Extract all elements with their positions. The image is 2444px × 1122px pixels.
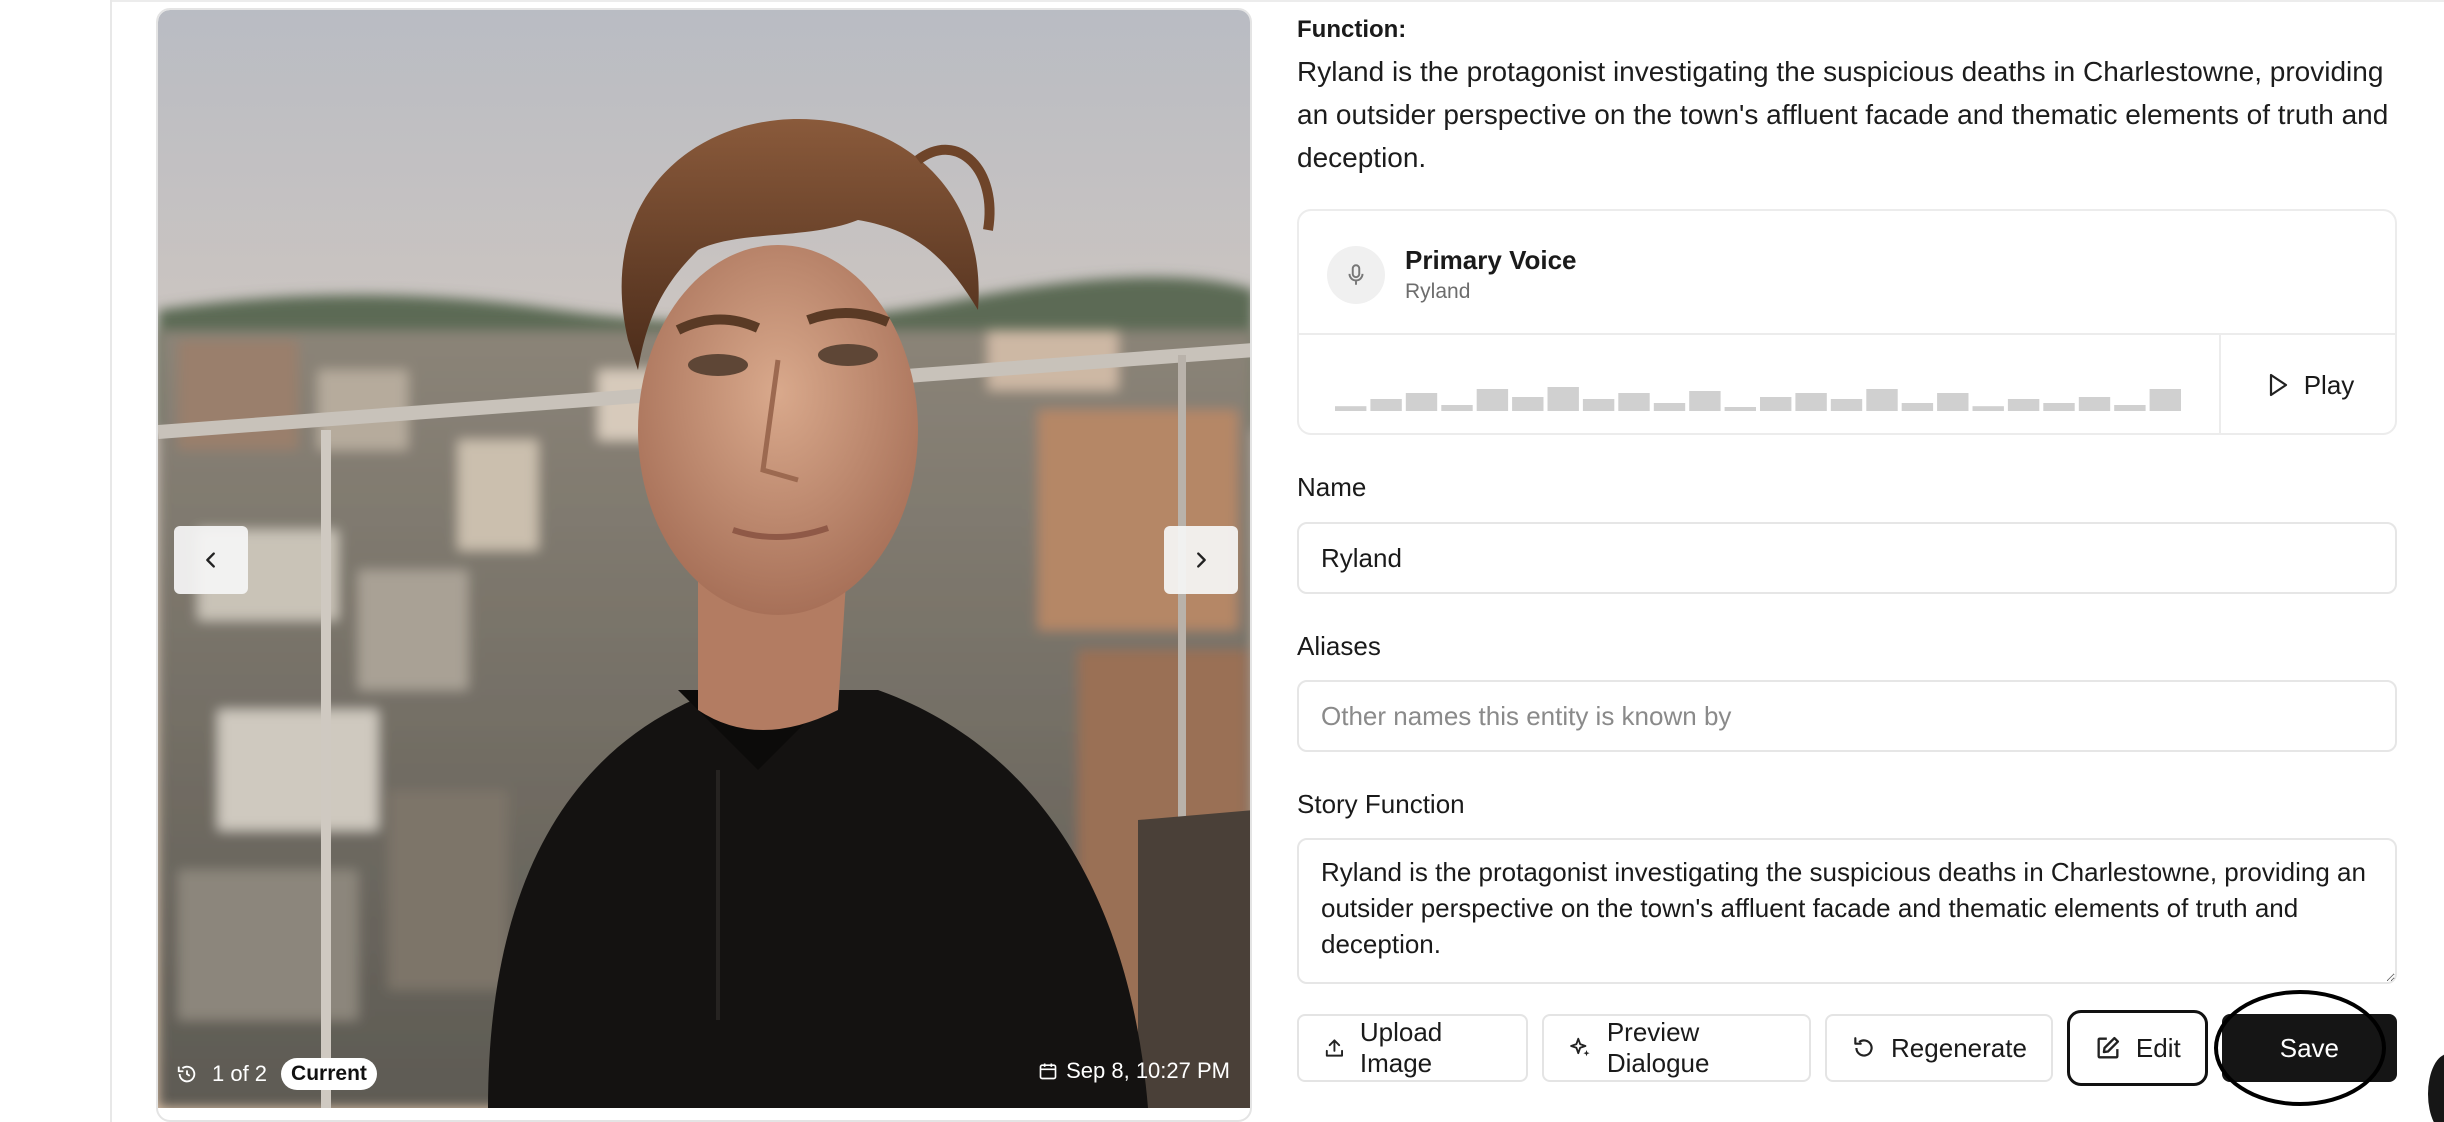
voice-title: Primary Voice — [1405, 245, 1577, 275]
mic-icon — [1327, 245, 1385, 304]
waveform-bar — [1972, 406, 2004, 411]
upload-icon — [1325, 1039, 1344, 1057]
image-timestamp: Sep 8, 10:27 PM — [1038, 1058, 1230, 1084]
aliases-label: Aliases — [1297, 631, 1381, 661]
edit-button[interactable]: Edit — [2066, 1010, 2208, 1086]
waveform-bar — [1512, 397, 1544, 411]
waveform-bar — [2043, 403, 2075, 411]
waveform-bar — [1441, 405, 1473, 411]
refresh-icon — [1854, 1037, 1873, 1057]
regenerate-label: Regenerate — [1891, 1032, 2027, 1063]
waveform-bar — [1476, 389, 1509, 411]
sidebar-divider — [110, 0, 112, 1122]
primary-voice-card: Primary Voice Ryland Play — [1297, 209, 2397, 435]
voice-waveform[interactable] — [1335, 361, 2185, 421]
character-image-card: 1 of 2 Current Sep 8, 10:27 PM — [156, 8, 1252, 1122]
save-button-wrapper: Save — [2213, 990, 2397, 1106]
story-function-label: Story Function — [1297, 789, 1465, 819]
version-count: 1 of 2 — [212, 1061, 268, 1086]
waveform-bar — [1901, 403, 1934, 411]
waveform-bar — [1830, 399, 1863, 411]
preview-dialogue-button[interactable]: Preview Dialogue — [1542, 1014, 1812, 1082]
sparkles-icon — [1570, 1037, 1590, 1057]
regenerate-button[interactable]: Regenerate — [1825, 1014, 2053, 1082]
waveform-bar — [1689, 391, 1721, 411]
aliases-input[interactable] — [1297, 680, 2397, 752]
play-label: Play — [2303, 369, 2355, 400]
edit-icon — [2097, 1036, 2120, 1059]
waveform-bar — [1653, 403, 1686, 411]
voice-name: Ryland — [1405, 280, 1471, 303]
name-input[interactable] — [1297, 522, 2397, 594]
waveform-bar — [1618, 393, 1650, 411]
timestamp-text: Sep 8, 10:27 PM — [1066, 1058, 1230, 1083]
current-version-badge: Current — [281, 1058, 377, 1090]
floating-help-button[interactable] — [2428, 1054, 2444, 1122]
waveform-bar — [1405, 393, 1438, 411]
function-label: Function: — [1297, 16, 1407, 43]
waveform-bar — [1582, 399, 1615, 411]
character-portrait-image — [158, 10, 1250, 1108]
preview-dialogue-label: Preview Dialogue — [1606, 1017, 1710, 1078]
previous-image-button[interactable] — [174, 526, 248, 594]
chevron-right-icon — [1197, 552, 1206, 568]
play-separator — [2219, 335, 2221, 435]
waveform-bar — [2149, 389, 2181, 411]
name-label: Name — [1297, 472, 1367, 502]
waveform-bar — [2007, 399, 2040, 411]
header-divider — [112, 0, 2444, 2]
chevron-left-icon — [206, 552, 215, 568]
calendar-icon — [1039, 1063, 1057, 1080]
play-voice-button[interactable]: Play — [2223, 335, 2397, 435]
action-bar: Upload Image Preview Dialogue Regenerate… — [1297, 990, 2397, 1106]
waveform-bar — [2114, 405, 2146, 411]
waveform-bar — [1547, 387, 1579, 411]
upload-image-button[interactable]: Upload Image — [1297, 1014, 1529, 1082]
voice-header: Primary Voice Ryland — [1327, 245, 1577, 304]
upload-image-label: Upload Image — [1359, 1017, 1443, 1078]
waveform-bar — [1795, 393, 1827, 411]
waveform-bar — [2078, 397, 2111, 411]
next-image-button[interactable] — [1164, 526, 1238, 594]
waveform-bar — [1760, 397, 1792, 411]
waveform-bar — [1724, 407, 1756, 411]
play-icon — [2269, 373, 2287, 397]
waveform-bar — [1335, 406, 1367, 411]
function-description: Ryland is the protagonist investigating … — [1297, 56, 2389, 173]
waveform-bar — [1866, 389, 1898, 411]
edit-label: Edit — [2135, 1032, 2181, 1063]
image-version-indicator: 1 of 2 Current — [176, 1058, 377, 1090]
history-icon — [177, 1065, 196, 1083]
story-function-textarea[interactable]: Ryland is the protagonist investigating … — [1297, 838, 2397, 984]
waveform-bar — [1937, 393, 1969, 411]
save-button[interactable]: Save — [2221, 1014, 2397, 1082]
waveform-bar — [1370, 399, 1402, 411]
